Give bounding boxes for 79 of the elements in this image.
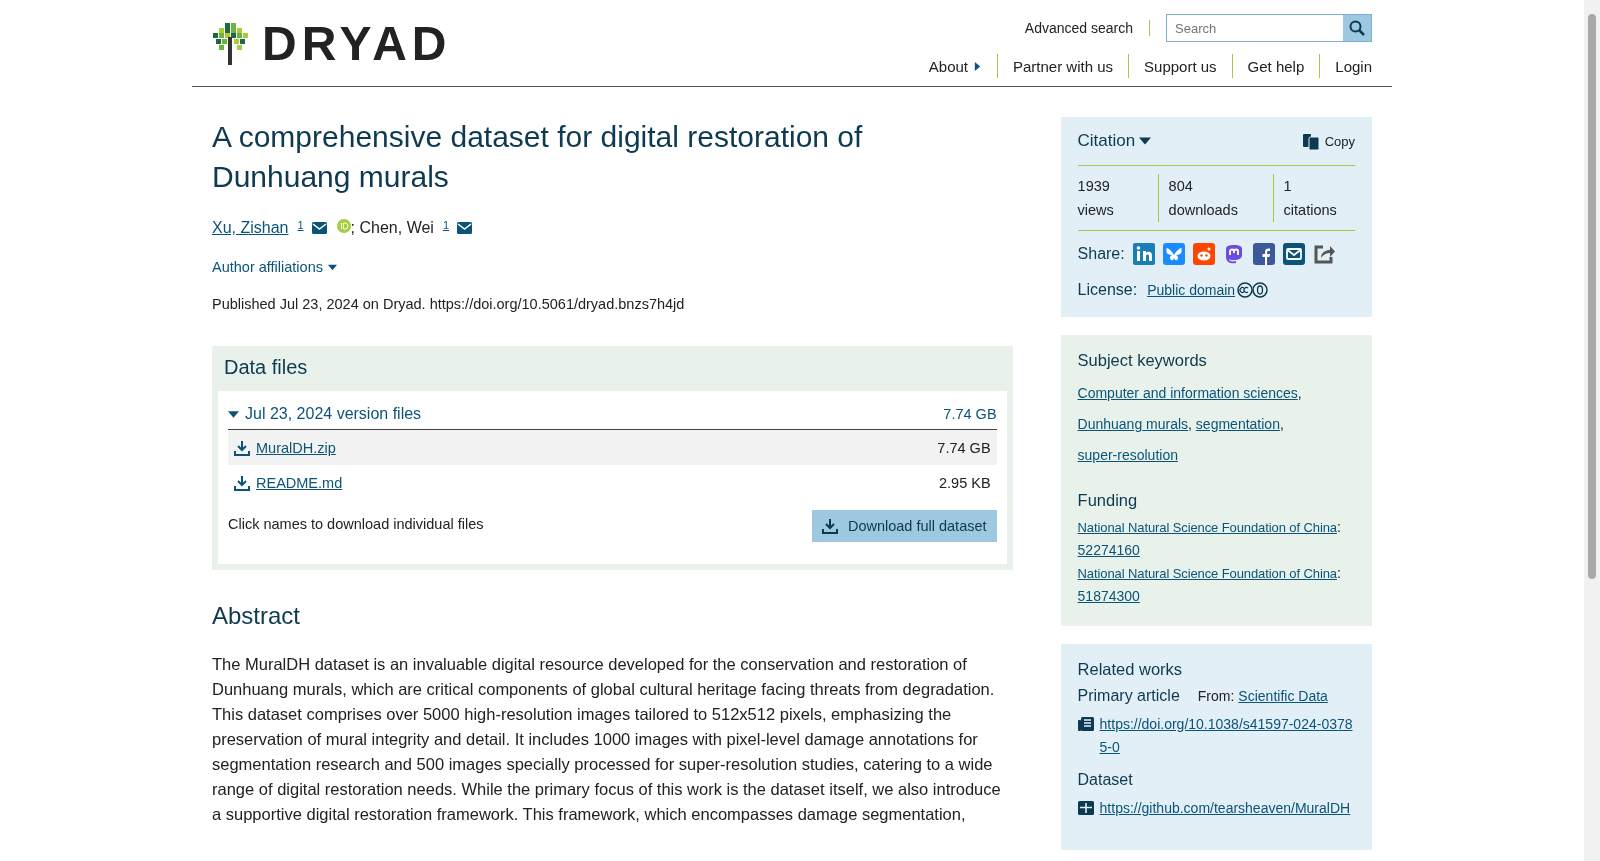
author-name: Chen, Wei [359,219,434,237]
license-link[interactable]: Public domain [1147,282,1236,298]
table-icon [1077,801,1094,815]
share-label: Share: [1077,245,1125,263]
funder-link[interactable]: National Natural Science Foundation of China [1077,516,1337,539]
related-type: Dataset [1077,771,1133,789]
related-link[interactable]: https://doi.org/10.1038/s41597-024-03785-0 [1099,713,1355,759]
abstract-text: The MuralDH dataset is an invaluable digital resource developed for the conservation and restoration of Dunhuang murals, which are critical components of global cultural heritage facing threats from degradation. This dataset comprises over 5000 high-resolution images tailored to 512x512 pixels, emphasizing the preservation of mural integrity and detail. It includes 1000 images with pixel-level damage annotations for segmentation research and 500 images specially processed for super-resolution studies, catering to a wide range of digital restoration needs. While the primary focus of this work is the dataset itself, we also introduce a supportive digital restoration framework. This framework, which encompasses damage segmentation, [212,654,1002,825]
funding-separator: : [1336,519,1341,535]
section-heading: Subject keywords [1077,351,1208,370]
share-share-button[interactable] [1312,243,1335,265]
affiliation-link[interactable]: 1 [442,219,450,231]
keyword-link[interactable]: segmentation [1195,412,1280,436]
download-icon [234,474,250,491]
search-button[interactable] [1343,15,1371,41]
metric: 1 citations [1272,174,1355,222]
download-icon [234,439,250,456]
download-icon [821,518,838,534]
email-icon[interactable] [457,222,473,234]
search-icon [1349,20,1365,36]
email-share-button[interactable] [1282,243,1305,265]
caret-icon [327,262,337,272]
related-type: Primary article [1077,687,1180,705]
funding-separator: : [1336,565,1341,581]
reddit-share-button[interactable] [1192,243,1215,265]
keyword-link[interactable]: Computer and information sciences [1077,381,1298,405]
citation-toggle[interactable]: Citation [1077,131,1152,151]
nav-link[interactable]: Login [1319,54,1372,78]
newspaper-icon [1077,717,1094,731]
scrollbar[interactable] [1584,0,1600,861]
linkedin-share-button[interactable] [1132,243,1155,265]
caret-icon [228,408,239,420]
caret-icon [1139,135,1152,147]
file-link[interactable]: MuralDH.zip [234,439,336,456]
section-heading: Data files [224,356,309,379]
author-separator: ; [350,219,357,237]
bluesky-share-button[interactable] [1162,243,1185,265]
affiliation-link[interactable]: 1 [297,219,304,231]
license-label: License: [1077,281,1138,299]
facebook-share-button[interactable] [1252,243,1275,265]
award-link[interactable]: 52274160 [1077,542,1140,558]
caret-icon [973,61,982,71]
published-info: Published Jul 23, 2024 on Dryad. https://doi.org/10.5061/dryad.bnzs7h4jd [212,296,686,312]
site-logo-text[interactable]: DRYAD [262,16,452,71]
from-label: From: [1197,688,1235,704]
file-size: 2.95 KB [938,474,991,491]
metric: 804 downloads [1157,174,1273,222]
clipboard-icon [1301,132,1320,150]
section-heading: Related works [1077,660,1184,679]
file-size: 7.74 GB [943,406,997,422]
journal-link[interactable]: Scientific Data [1238,688,1328,704]
keyword-link[interactable]: super-resolution [1077,443,1178,467]
funder-link[interactable]: National Natural Science Foundation of China [1077,562,1337,585]
version-toggle[interactable]: Jul 23, 2024 version files [228,405,422,423]
nav-link[interactable]: Get help [1231,54,1320,78]
section-heading: Funding [1077,491,1139,510]
advanced-search-link[interactable]: Advanced search [1024,20,1150,36]
section-heading: Abstract [212,602,302,630]
dataset-title: A comprehensive dataset for digital restoration of Dunhuang murals [212,119,864,195]
download-dataset-button[interactable]: Download full dataset [811,510,997,542]
download-hint: Click names to download individual files [228,516,484,532]
award-link[interactable]: 51874300 [1077,588,1140,604]
metric: 1939 views [1077,177,1115,220]
nav-link[interactable]: About [913,54,997,78]
related-link[interactable]: https://github.com/tearsheaven/MuralDH [1099,797,1351,820]
author-link[interactable]: Xu, Zishan [212,219,289,237]
nav-link[interactable]: Support us [1128,54,1232,78]
file-link[interactable]: README.md [234,474,343,491]
public-domain-icon [1237,282,1270,298]
author-affiliations-toggle[interactable]: Author affiliations [212,259,337,275]
copy-button[interactable]: Copy [1301,132,1355,150]
keyword-separator: , [1279,416,1284,432]
email-icon[interactable] [311,222,327,234]
file-size: 7.74 GB [937,439,991,456]
search-field[interactable]: Search [1166,14,1372,42]
tree-logo-icon [212,22,248,65]
keyword-separator: , [1297,385,1302,401]
keyword-separator: , [1188,416,1192,432]
nav-link[interactable]: Partner with us [997,54,1129,78]
